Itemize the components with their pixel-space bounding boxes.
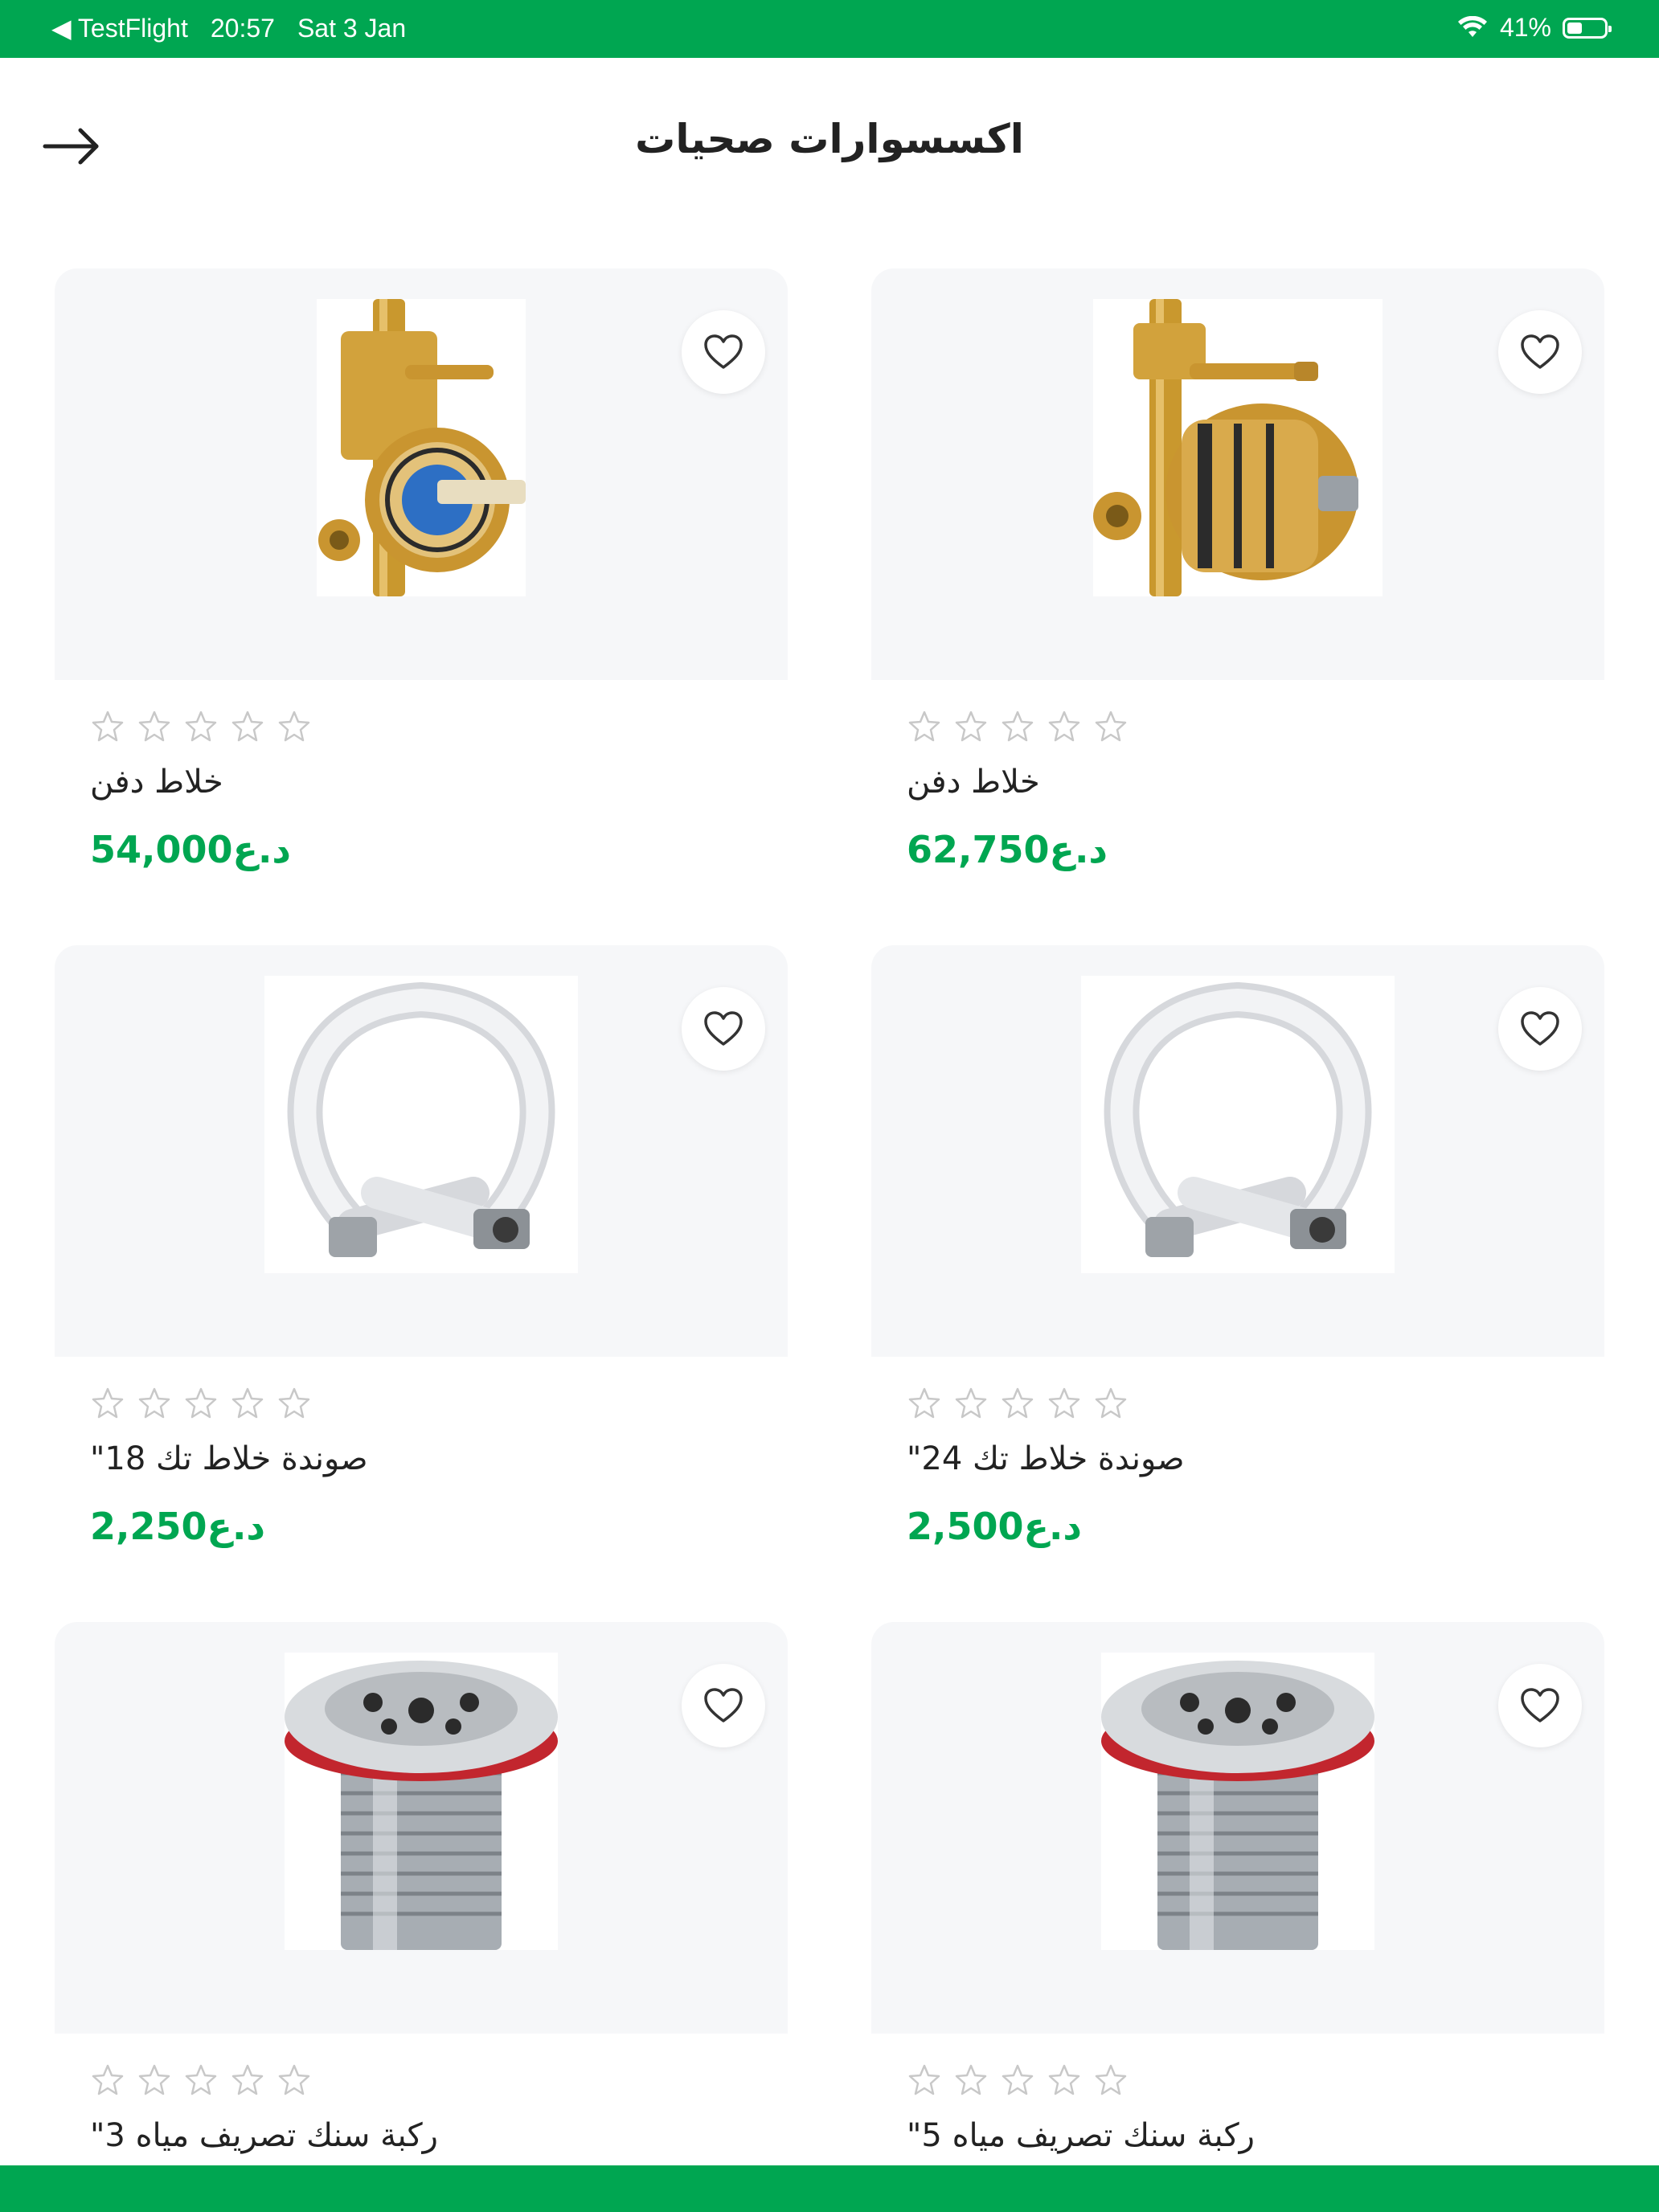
star-icon [231, 2064, 264, 2095]
favorite-button[interactable] [682, 987, 765, 1071]
star-icon [1095, 711, 1127, 742]
star-icon [908, 2064, 940, 2095]
star-icon [955, 1387, 987, 1419]
battery-percent: 41% [1499, 13, 1551, 42]
product-name: ركبة سنك تصريف مياه 5" [907, 2117, 1255, 2154]
page-header: اكسسوارات صحيات [0, 58, 1659, 227]
mixer-valve-small-image [317, 299, 526, 600]
star-icon [1048, 1387, 1080, 1419]
rating-stars [90, 2062, 312, 2098]
rating-stars [90, 709, 312, 744]
star-icon [138, 711, 170, 742]
bottom-bar [0, 2165, 1659, 2212]
star-icon [955, 711, 987, 742]
product-image-box[interactable] [55, 268, 788, 680]
star-icon [1048, 711, 1080, 742]
back-to-app-link[interactable]: ◀ TestFlight [51, 13, 188, 43]
star-icon [1095, 1387, 1127, 1419]
product-image-box[interactable] [871, 945, 1604, 1357]
heart-icon [1521, 334, 1559, 369]
star-icon [1048, 2064, 1080, 2095]
star-icon [278, 711, 310, 742]
arrow-right-icon[interactable] [39, 113, 106, 180]
star-icon [185, 711, 217, 742]
battery-icon [1563, 17, 1612, 39]
heart-icon [704, 1011, 743, 1046]
star-icon [138, 1387, 170, 1419]
favorite-button[interactable] [682, 310, 765, 394]
product-image-box[interactable] [55, 1622, 788, 2034]
product-name: صوندة خلاط تك 24" [907, 1440, 1185, 1477]
favorite-button[interactable] [1498, 987, 1582, 1071]
favorite-button[interactable] [1498, 310, 1582, 394]
star-icon [138, 2064, 170, 2095]
product-image-box[interactable] [871, 1622, 1604, 2034]
star-icon [231, 1387, 264, 1419]
rating-stars [90, 1386, 312, 1421]
page-title: اكسسوارات صحيات [635, 116, 1024, 162]
star-icon [185, 1387, 217, 1419]
status-time: 20:57 [210, 13, 275, 43]
mixer-valve-large-image [1093, 299, 1382, 600]
rating-stars [907, 2062, 1129, 2098]
sink-drain-image [1101, 1653, 1374, 1953]
product-price: 2,250د.ع [90, 1505, 266, 1548]
product-image-box[interactable] [871, 268, 1604, 680]
heart-icon [704, 334, 743, 369]
star-icon [278, 2064, 310, 2095]
rating-stars [907, 1386, 1129, 1421]
wifi-icon [1457, 15, 1487, 37]
product-name: خلاط دفن [907, 764, 1040, 801]
star-icon [92, 711, 124, 742]
product-name: ركبة سنك تصريف مياه 3" [90, 2117, 438, 2154]
product-name: صوندة خلاط تك 18" [90, 1440, 368, 1477]
rating-stars [907, 709, 1129, 744]
favorite-button[interactable] [682, 1664, 765, 1747]
braided-hose-image [1081, 976, 1395, 1276]
star-icon [1002, 711, 1034, 742]
heart-icon [1521, 1011, 1559, 1046]
star-icon [1095, 2064, 1127, 2095]
status-date: Sat 3 Jan [297, 13, 407, 43]
star-icon [231, 711, 264, 742]
star-icon [92, 2064, 124, 2095]
braided-hose-image [264, 976, 578, 1276]
star-icon [278, 1387, 310, 1419]
star-icon [1002, 2064, 1034, 2095]
star-icon [908, 711, 940, 742]
status-bar: ◀ TestFlight 20:57 Sat 3 Jan 41% [0, 0, 1659, 58]
star-icon [955, 2064, 987, 2095]
product-image-box[interactable] [55, 945, 788, 1357]
sink-drain-image [285, 1653, 558, 1953]
product-price: 54,000د.ع [90, 828, 292, 871]
product-price: 62,750د.ع [907, 828, 1108, 871]
product-name: خلاط دفن [90, 764, 223, 801]
heart-icon [1521, 1688, 1559, 1722]
star-icon [908, 1387, 940, 1419]
product-price: 2,500د.ع [907, 1505, 1083, 1548]
star-icon [1002, 1387, 1034, 1419]
heart-icon [704, 1688, 743, 1722]
star-icon [92, 1387, 124, 1419]
star-icon [185, 2064, 217, 2095]
favorite-button[interactable] [1498, 1664, 1582, 1747]
